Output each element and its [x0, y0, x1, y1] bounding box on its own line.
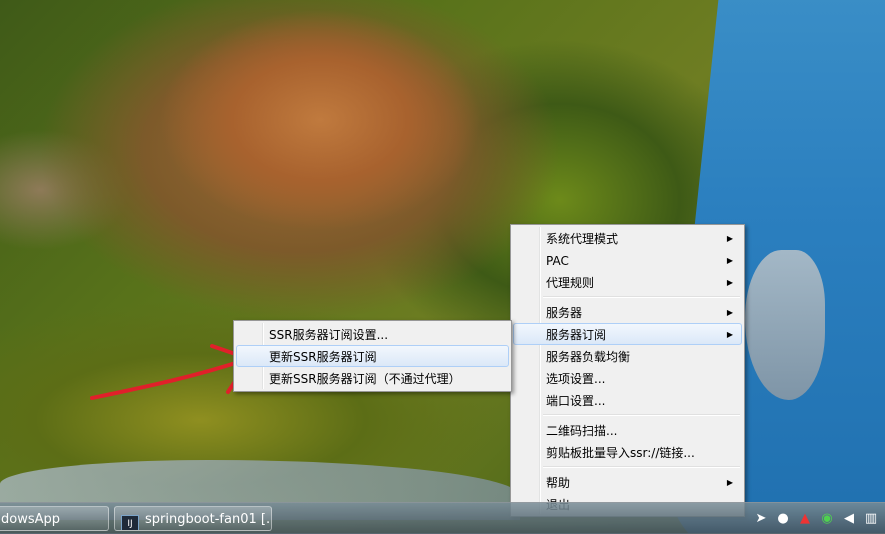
menu-item-label: 服务器订阅: [546, 328, 607, 342]
menu-item[interactable]: PAC ▶: [513, 249, 742, 271]
menu-item-label: 端口设置...: [546, 394, 606, 408]
taskbar-button-app[interactable]: dowsApp: [0, 506, 109, 531]
menu-item-label: 选项设置...: [546, 372, 606, 386]
submenu-item-label: 更新SSR服务器订阅: [269, 350, 377, 364]
menu-item[interactable]: 选项设置...: [513, 367, 742, 389]
submenu-item-label: 更新SSR服务器订阅（不通过代理）: [269, 372, 461, 386]
submenu-item-label: SSR服务器订阅设置...: [269, 328, 389, 342]
menu-separator: [543, 466, 740, 468]
menu-item[interactable]: 服务器 ▶: [513, 301, 742, 323]
menu-item-label: 服务器负载均衡: [546, 350, 631, 364]
wechat-icon[interactable]: ◉: [819, 511, 835, 527]
menu-item-label: 系统代理模式: [546, 232, 619, 246]
intellij-icon: IJ: [121, 515, 139, 530]
submenu-arrow-icon: ▶: [726, 256, 733, 265]
red-app-icon[interactable]: ▲: [797, 511, 813, 527]
menu-item[interactable]: 二维码扫描...: [513, 419, 742, 441]
desktop-wallpaper: [0, 0, 885, 533]
menu-item-label: 二维码扫描...: [546, 424, 618, 438]
arrow-cursor-icon[interactable]: ➤: [753, 511, 769, 527]
submenu-item[interactable]: SSR服务器订阅设置...: [236, 323, 509, 345]
subscription-submenu: SSR服务器订阅设置... 更新SSR服务器订阅更新SSR服务器订阅（不通过代理）: [233, 320, 512, 392]
taskbar: dowsApp IJ springboot-fan01 [... ➤ ● ▲ ◉ …: [0, 502, 885, 534]
menu-item[interactable]: 端口设置...: [513, 389, 742, 411]
system-tray: ➤ ● ▲ ◉ ◀ ▥: [753, 503, 885, 534]
menu-item[interactable]: 代理规则 ▶: [513, 271, 742, 293]
network-icon[interactable]: ▥: [863, 511, 879, 527]
menu-item-label: 代理规则: [546, 276, 595, 290]
taskbar-button-springboot[interactable]: IJ springboot-fan01 [...: [114, 506, 272, 531]
penguin-qq-icon[interactable]: ●: [775, 511, 791, 527]
tray-context-menu: 系统代理模式 ▶ PAC ▶ 代理规则 ▶ 服务器 ▶ 服务器订阅 ▶ 服务器负载均衡 选项设置...…: [510, 224, 745, 517]
submenu-item[interactable]: 更新SSR服务器订阅: [236, 345, 509, 367]
taskbar-button-label: dowsApp: [1, 512, 61, 527]
menu-separator: [543, 414, 740, 416]
submenu-arrow-icon: ▶: [726, 278, 733, 287]
menu-separator: [543, 296, 740, 298]
submenu-arrow-icon: ▶: [726, 234, 733, 243]
speaker-icon[interactable]: ◀: [841, 511, 857, 527]
menu-item-label: 服务器: [546, 306, 583, 320]
menu-item-label: 帮助: [546, 476, 571, 490]
submenu-arrow-icon: ▶: [726, 308, 733, 317]
menu-item[interactable]: 剪贴板批量导入ssr://链接...: [513, 441, 742, 463]
menu-item[interactable]: 系统代理模式 ▶: [513, 227, 742, 249]
menu-item[interactable]: 帮助 ▶: [513, 471, 742, 493]
submenu-arrow-icon: ▶: [726, 330, 733, 339]
submenu-item[interactable]: 更新SSR服务器订阅（不通过代理）: [236, 367, 509, 389]
submenu-arrow-icon: ▶: [726, 478, 733, 487]
taskbar-button-label: springboot-fan01 [...: [145, 512, 272, 527]
menu-item[interactable]: 服务器负载均衡: [513, 345, 742, 367]
menu-item-label: PAC: [546, 254, 569, 268]
menu-item[interactable]: 服务器订阅 ▶: [513, 323, 742, 345]
menu-item-label: 剪贴板批量导入ssr://链接...: [546, 446, 695, 460]
